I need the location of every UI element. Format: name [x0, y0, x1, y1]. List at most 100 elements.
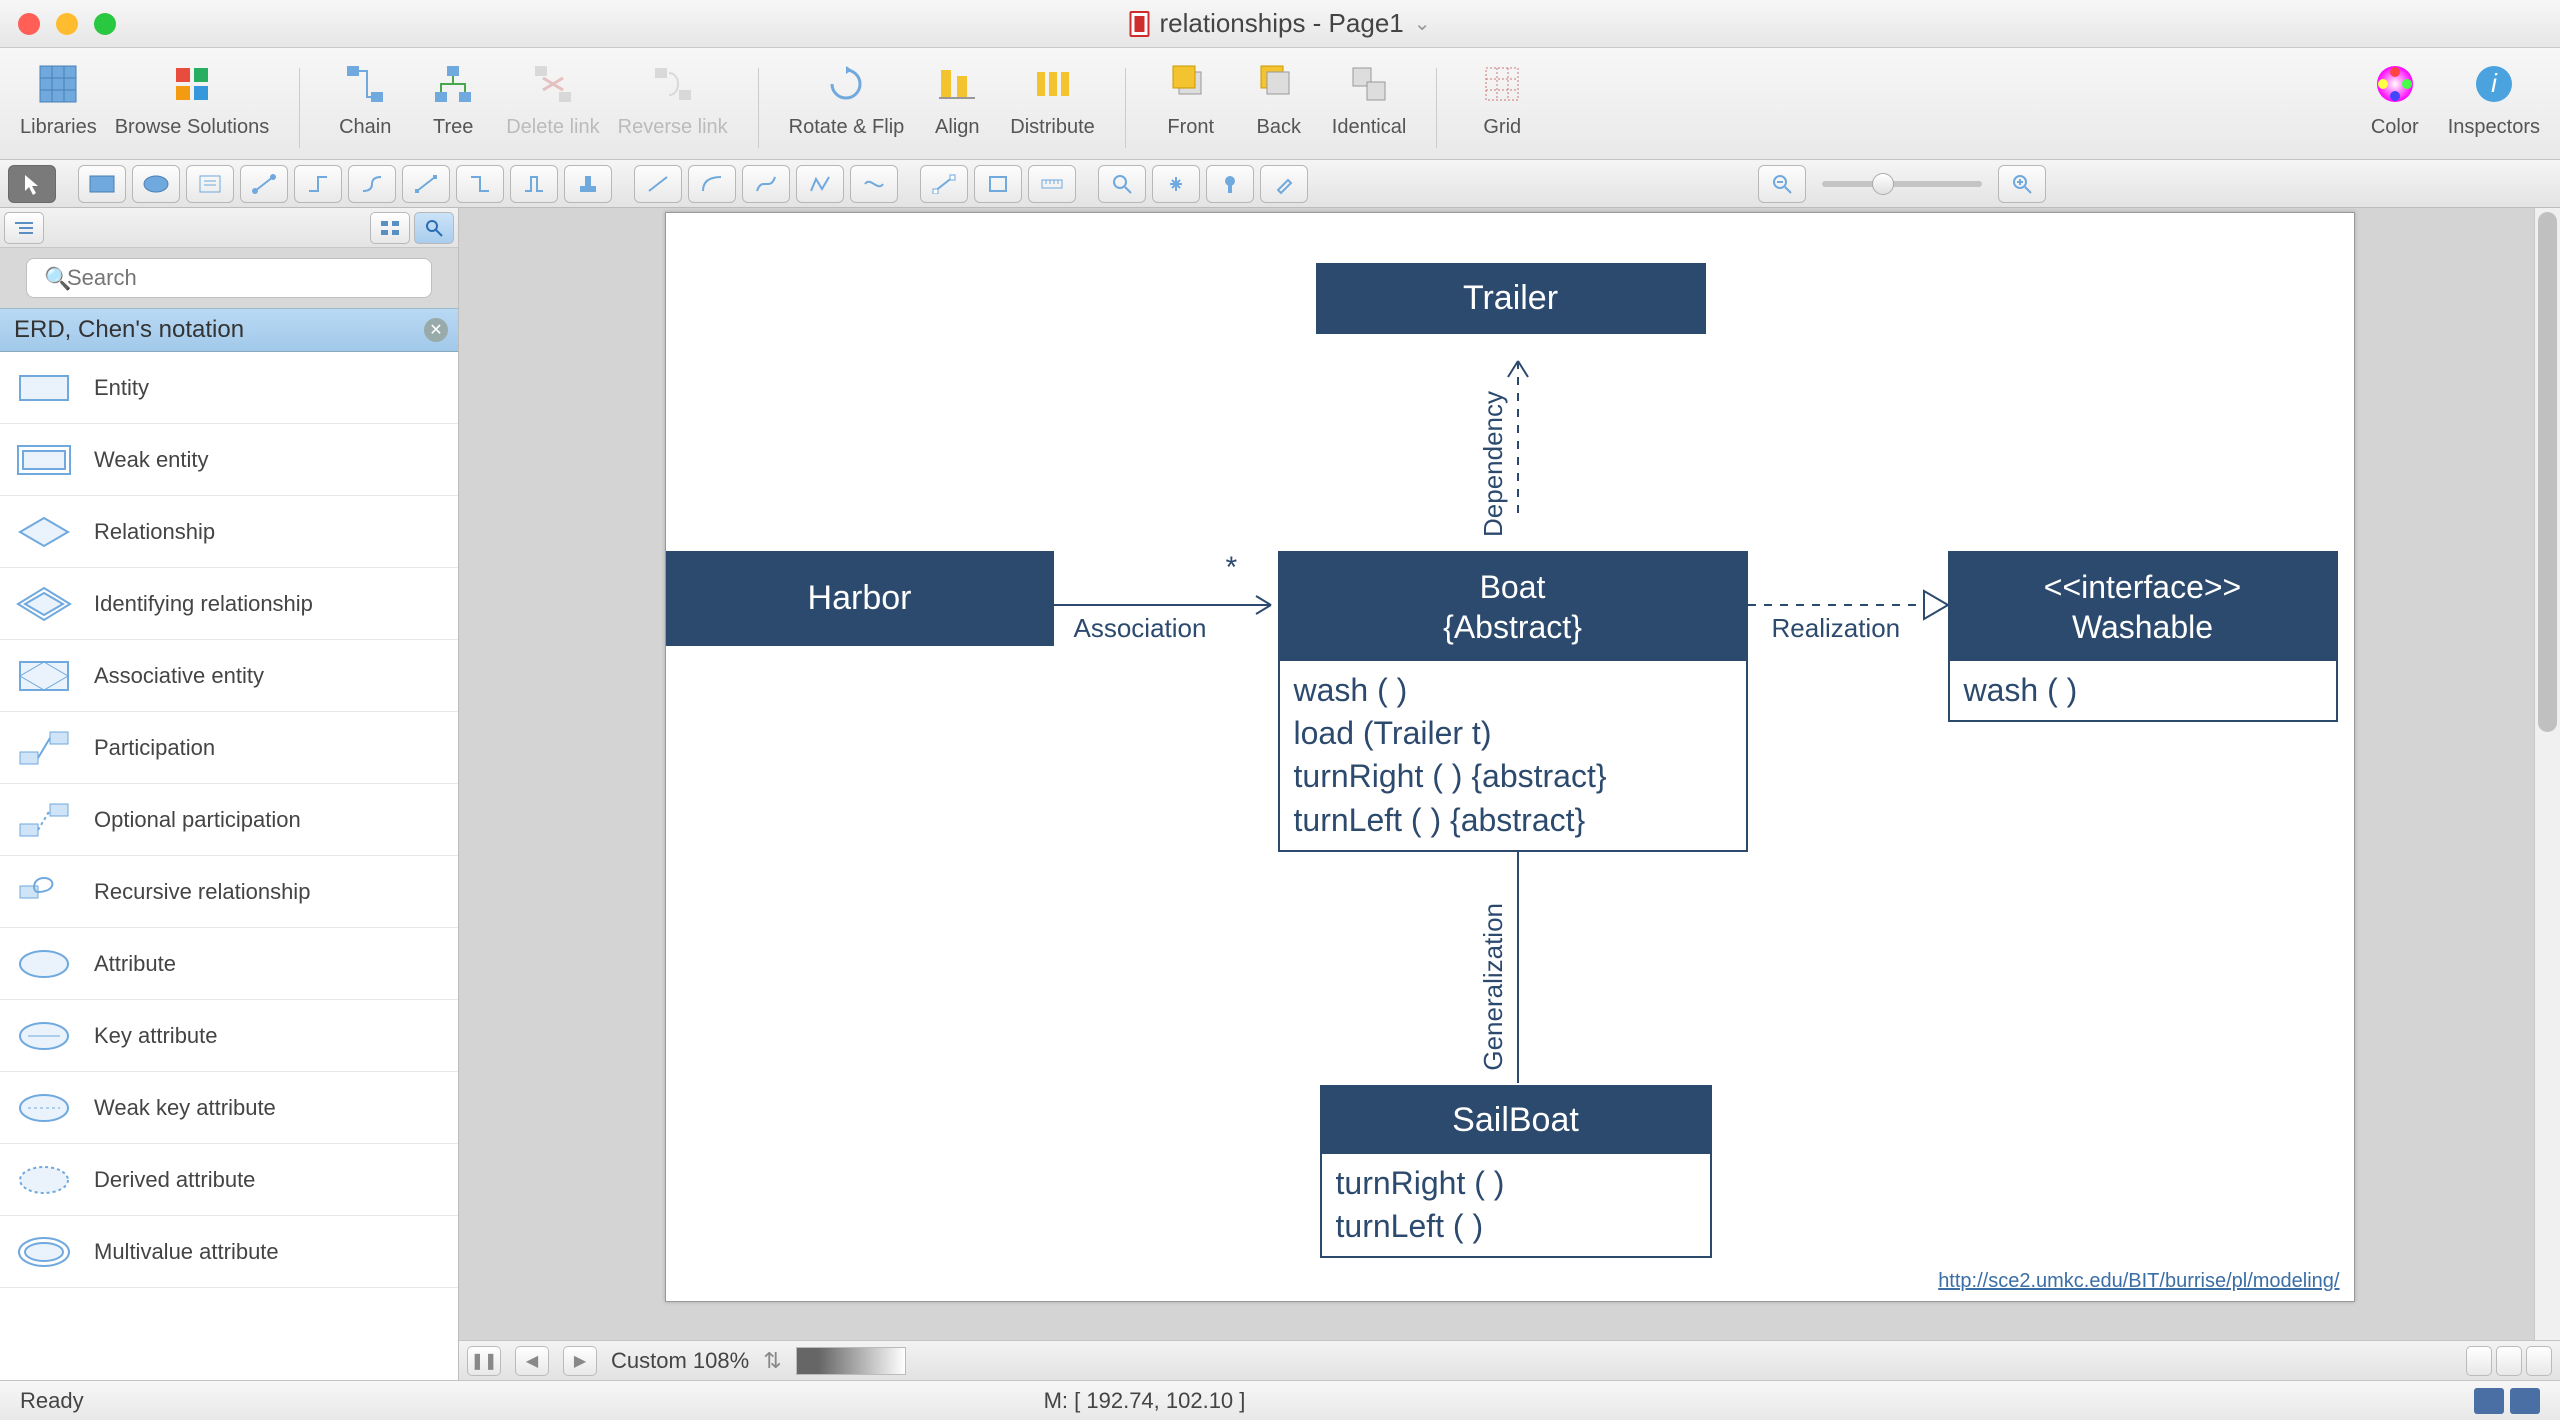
rect-tool[interactable]: [78, 165, 126, 203]
uml-class-boat[interactable]: Boat {Abstract} wash ( )load (Trailer t)…: [1278, 551, 1748, 852]
label-realization: Realization: [1772, 613, 1901, 644]
shape-thumb-icon: [12, 1012, 76, 1060]
toolbar-label: Back: [1257, 116, 1301, 139]
next-page-button[interactable]: ▶: [563, 1346, 597, 1376]
shape-item[interactable]: Relationship: [0, 496, 458, 568]
shape-item[interactable]: Identifying relationship: [0, 568, 458, 640]
connector-tool-1[interactable]: [240, 165, 288, 203]
shape-item[interactable]: Weak entity: [0, 424, 458, 496]
shape-item[interactable]: Associative entity: [0, 640, 458, 712]
minimize-window-button[interactable]: [56, 13, 78, 35]
edit-points-tool[interactable]: [920, 165, 968, 203]
shape-thumb-icon: [12, 364, 76, 412]
uml-class-trailer[interactable]: Trailer: [1316, 263, 1706, 334]
uml-methods: wash ( )load (Trailer t)turnRight ( ) {a…: [1280, 661, 1746, 850]
connector-tool-2[interactable]: [294, 165, 342, 203]
zoom-out-button[interactable]: [1758, 165, 1806, 203]
search-input[interactable]: [26, 258, 432, 298]
chevron-up-down-icon[interactable]: ⇅: [763, 1348, 781, 1374]
toolbar-rotateflip[interactable]: Rotate & Flip: [789, 60, 905, 139]
shape-item[interactable]: Recursive relationship: [0, 856, 458, 928]
toolbar-grid[interactable]: Grid: [1467, 60, 1537, 139]
zoom-in-button[interactable]: [1998, 165, 2046, 203]
shape-item[interactable]: Multivalue attribute: [0, 1216, 458, 1288]
pan-tool[interactable]: [1152, 165, 1200, 203]
zoom-tool[interactable]: [1098, 165, 1146, 203]
uml-methods: turnRight ( )turnLeft ( ): [1322, 1154, 1710, 1256]
eyedropper-style-tool[interactable]: [1206, 165, 1254, 203]
shape-item[interactable]: Weak key attribute: [0, 1072, 458, 1144]
view-mode-3[interactable]: [2526, 1346, 2552, 1376]
zoom-window-button[interactable]: [94, 13, 116, 35]
shape-label: Associative entity: [94, 663, 264, 689]
close-icon[interactable]: ✕: [424, 318, 448, 342]
toolbar-color[interactable]: Color: [2360, 60, 2430, 139]
pointer-tool[interactable]: [8, 165, 56, 203]
polyline-tool[interactable]: [796, 165, 844, 203]
toolbar-label: Identical: [1332, 116, 1407, 139]
category-header[interactable]: ERD, Chen's notation ✕: [0, 308, 458, 352]
outline-view-button[interactable]: [4, 212, 44, 244]
toolbar-browse[interactable]: Browse Solutions: [115, 60, 270, 139]
toolbar-libraries[interactable]: Libraries: [20, 60, 97, 139]
toolbar-inspectors[interactable]: iInspectors: [2448, 60, 2540, 139]
shape-label: Entity: [94, 375, 149, 401]
measure-tool[interactable]: [1028, 165, 1076, 203]
shape-item[interactable]: Attribute: [0, 928, 458, 1000]
shape-item[interactable]: Key attribute: [0, 1000, 458, 1072]
toolbar-reverselink[interactable]: Reverse link: [618, 60, 728, 139]
toolbar-align[interactable]: Align: [922, 60, 992, 139]
label-multiplicity: *: [1226, 551, 1238, 585]
status-btn-1[interactable]: [2474, 1388, 2504, 1414]
shape-thumb-icon: [12, 436, 76, 484]
toolbar-label: Browse Solutions: [115, 116, 270, 139]
shape-item[interactable]: Entity: [0, 352, 458, 424]
prev-page-button[interactable]: ◀: [515, 1346, 549, 1376]
pause-icon[interactable]: ❚❚: [467, 1346, 501, 1376]
window-title[interactable]: relationships - Page1 ⌄: [1129, 8, 1430, 39]
grid-view-button[interactable]: [370, 212, 410, 244]
spline-tool[interactable]: [742, 165, 790, 203]
eyedropper-tool[interactable]: [1260, 165, 1308, 203]
toolbar-chain[interactable]: Chain: [330, 60, 400, 139]
zoom-slider[interactable]: [1822, 181, 1982, 187]
uml-class-harbor[interactable]: Harbor: [666, 551, 1054, 646]
toolbar-distribute[interactable]: Distribute: [1010, 60, 1094, 139]
connector-tool-6[interactable]: [510, 165, 558, 203]
line-tool[interactable]: [634, 165, 682, 203]
view-mode-1[interactable]: [2466, 1346, 2492, 1376]
connector-tool-3[interactable]: [348, 165, 396, 203]
status-btn-2[interactable]: [2510, 1388, 2540, 1414]
zoom-label[interactable]: Custom 108%: [611, 1348, 749, 1374]
shape-item[interactable]: Participation: [0, 712, 458, 784]
connector-tool-5[interactable]: [456, 165, 504, 203]
close-window-button[interactable]: [18, 13, 40, 35]
view-mode-2[interactable]: [2496, 1346, 2522, 1376]
arc-tool[interactable]: [688, 165, 736, 203]
crop-tool[interactable]: [974, 165, 1022, 203]
search-icon: 🔍: [44, 266, 71, 292]
bezier-tool[interactable]: [850, 165, 898, 203]
search-view-button[interactable]: [414, 212, 454, 244]
shape-label: Multivalue attribute: [94, 1239, 279, 1265]
scrollbar-thumb[interactable]: [2538, 212, 2557, 732]
page-gradient[interactable]: [796, 1347, 906, 1375]
connector-tool-4[interactable]: [402, 165, 450, 203]
ellipse-tool[interactable]: [132, 165, 180, 203]
shape-item[interactable]: Optional participation: [0, 784, 458, 856]
canvas[interactable]: Trailer Harbor Boat {Abstract} wash ( )l…: [665, 212, 2355, 1302]
toolbar-back[interactable]: Back: [1244, 60, 1314, 139]
uml-class-sailboat[interactable]: SailBoat turnRight ( )turnLeft ( ): [1320, 1085, 1712, 1258]
zoom-slider-thumb[interactable]: [1872, 173, 1894, 195]
rubber-stamp-tool[interactable]: [564, 165, 612, 203]
toolbar-deletelink[interactable]: Delete link: [506, 60, 599, 139]
credit-link[interactable]: http://sce2.umkc.edu/BIT/burrise/pl/mode…: [1938, 1270, 2339, 1293]
toolbar-front[interactable]: Front: [1156, 60, 1226, 139]
shape-item[interactable]: Derived attribute: [0, 1144, 458, 1216]
uml-interface-washable[interactable]: <<interface>> Washable wash ( ): [1948, 551, 2338, 722]
vertical-scrollbar[interactable]: [2534, 208, 2560, 1340]
text-tool[interactable]: [186, 165, 234, 203]
toolbar-identical[interactable]: Identical: [1332, 60, 1407, 139]
canvas-scroll[interactable]: Trailer Harbor Boat {Abstract} wash ( )l…: [459, 208, 2560, 1340]
toolbar-tree[interactable]: Tree: [418, 60, 488, 139]
